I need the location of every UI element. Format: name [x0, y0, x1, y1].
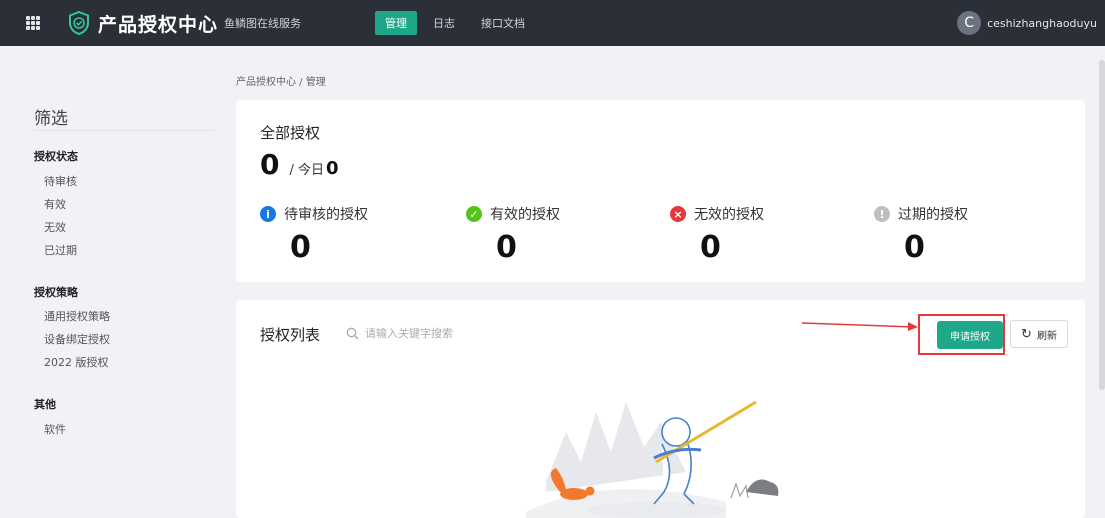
list-title: 授权列表	[260, 326, 321, 344]
annotation-arrow	[802, 322, 918, 331]
stat-expired[interactable]: ! 过期的授权 0	[874, 204, 968, 265]
summary-card: 全部授权 0 / 今日 0 i 待审核的授权 0 ✓ 有效的授权 0 × 无效的…	[236, 100, 1085, 282]
stat-valid[interactable]: ✓ 有效的授权 0	[466, 204, 560, 265]
stat-invalid[interactable]: × 无效的授权 0	[670, 204, 764, 265]
stat-label: 有效的授权	[490, 207, 560, 223]
exclamation-icon: !	[874, 206, 890, 222]
app-subtitle: 鱼鳞图在线服务	[224, 17, 302, 30]
sidebar-title: 筛选	[34, 109, 68, 129]
brand[interactable]: 产品授权中心 鱼鳞图在线服务	[66, 10, 301, 37]
stat-label: 无效的授权	[694, 207, 764, 223]
tab-api-docs[interactable]: 接口文档	[471, 11, 535, 35]
search-icon	[346, 327, 359, 340]
filter-sidebar: 筛选 授权状态 待审核 有效 无效 已过期 授权策略 通用授权策略 设备绑定授权…	[0, 46, 222, 518]
sidebar-item-general-policy[interactable]: 通用授权策略	[44, 308, 110, 324]
tab-log[interactable]: 日志	[423, 11, 465, 35]
apply-license-button[interactable]: 申请授权	[937, 321, 1003, 349]
stat-value: 0	[496, 230, 517, 265]
sidebar-item-invalid[interactable]: 无效	[44, 219, 66, 235]
group-auth-policy: 授权策略	[34, 286, 78, 299]
page-scrollbar[interactable]	[1099, 60, 1105, 390]
refresh-label: 刷新	[1036, 330, 1057, 342]
sidebar-item-valid[interactable]: 有效	[44, 196, 66, 212]
sidebar-item-pending[interactable]: 待审核	[44, 173, 77, 189]
main-nav: 管理 日志 接口文档	[375, 0, 541, 46]
sidebar-divider	[34, 130, 214, 131]
today-count: 0	[326, 158, 339, 179]
info-icon: i	[260, 206, 276, 222]
app-title: 产品授权中心	[98, 13, 219, 36]
stat-label: 过期的授权	[898, 207, 968, 223]
sidebar-item-2022-policy[interactable]: 2022 版授权	[44, 354, 109, 370]
stat-value: 0	[700, 230, 721, 265]
avatar: C	[957, 11, 982, 35]
empty-state-illustration	[526, 400, 779, 518]
top-navbar: 产品授权中心 鱼鳞图在线服务 管理 日志 接口文档 C ceshizhangha…	[0, 0, 1105, 46]
refresh-icon: ↻	[1021, 326, 1032, 341]
sidebar-item-software[interactable]: 软件	[44, 421, 66, 437]
apps-grid-icon[interactable]	[18, 16, 48, 30]
group-other: 其他	[34, 398, 56, 411]
search-box[interactable]	[346, 327, 545, 340]
stat-value: 0	[904, 230, 925, 265]
refresh-button[interactable]: ↻ 刷新	[1010, 320, 1068, 348]
summary-title: 全部授权	[260, 124, 321, 142]
summary-count: 0 / 今日 0	[260, 148, 339, 181]
license-list-card: 授权列表 申请授权 ↻ 刷新	[236, 300, 1085, 518]
stat-pending[interactable]: i 待审核的授权 0	[260, 204, 368, 265]
username: ceshizhanghaoduyu	[987, 16, 1097, 30]
today-label: / 今日	[289, 163, 324, 178]
total-count: 0	[260, 148, 280, 181]
group-auth-status: 授权状态	[34, 150, 78, 163]
shield-check-icon	[69, 10, 89, 36]
stat-value: 0	[290, 230, 311, 265]
check-icon: ✓	[466, 206, 482, 222]
close-icon: ×	[670, 206, 686, 222]
breadcrumb: 产品授权中心 / 管理	[236, 77, 326, 88]
tab-manage[interactable]: 管理	[375, 11, 418, 35]
sidebar-item-expired[interactable]: 已过期	[44, 242, 77, 258]
search-input[interactable]	[365, 327, 545, 340]
stat-label: 待审核的授权	[284, 207, 368, 223]
sidebar-item-device-binding[interactable]: 设备绑定授权	[44, 331, 110, 347]
user-menu[interactable]: C ceshizhanghaoduyu	[957, 0, 1097, 46]
